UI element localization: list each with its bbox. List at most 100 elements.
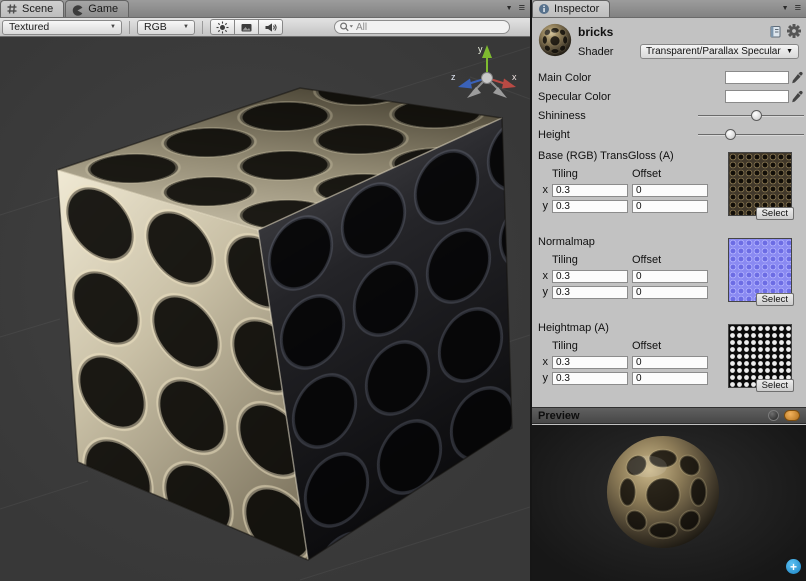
specular-color-row: Specular Color <box>532 87 806 106</box>
normalmap-select-button[interactable]: Select <box>756 293 794 306</box>
orientation-gizmo[interactable]: y x z <box>451 44 517 98</box>
search-input[interactable] <box>356 22 503 33</box>
base-map-section: Base (RGB) TransGloss (A) Tiling Offset … <box>532 150 806 222</box>
preview-header[interactable]: Preview <box>532 407 806 424</box>
material-preview-icon <box>538 23 572 57</box>
height-slider[interactable] <box>698 128 804 142</box>
main-color-row: Main Color <box>532 68 806 87</box>
tiling-header: Tiling <box>552 340 628 352</box>
shininess-row: Shininess <box>532 106 806 125</box>
heightmap-select-button[interactable]: Select <box>756 379 794 392</box>
tiling-y-field[interactable] <box>552 200 628 213</box>
preview-sphere-toggle-icon[interactable] <box>768 410 779 421</box>
base-select-button[interactable]: Select <box>756 207 794 220</box>
gear-icon[interactable] <box>787 24 801 38</box>
gizmo-y-axis[interactable] <box>482 45 492 58</box>
slider-track <box>698 134 804 136</box>
eyedropper-icon[interactable] <box>791 90 804 104</box>
draw-mode-dropdown[interactable]: Textured ▼ <box>2 20 122 35</box>
heightmap-section: Heightmap (A) Tiling Offset x y <box>532 322 806 394</box>
shader-label: Shader <box>578 46 640 58</box>
base-texture-thumbnail[interactable]: Select <box>728 152 792 216</box>
main-color-label: Main Color <box>538 72 725 84</box>
gizmo-y-label: y <box>478 44 483 54</box>
inspector-pane-dropdown-icon[interactable]: ▼ <box>782 5 789 12</box>
chevron-down-icon: ▼ <box>786 48 793 55</box>
tab-game[interactable]: Game <box>65 0 129 17</box>
tiling-x-field[interactable] <box>552 270 628 283</box>
gizmo-axis-gray-cone[interactable] <box>493 87 507 98</box>
scene-tabstrip: Scene Game ▼ ≡ <box>0 0 530 18</box>
tab-scene[interactable]: Scene <box>0 0 64 17</box>
shader-value: Transparent/Parallax Specular <box>646 46 781 57</box>
tiling-y-field[interactable] <box>552 372 628 385</box>
gizmo-x-label: x <box>512 72 517 82</box>
gizmo-center[interactable] <box>482 73 493 84</box>
offset-y-field[interactable] <box>632 200 708 213</box>
unity-editor-window: Scene Game ▼ ≡ Textured ▼ RGB ▼ <box>0 0 806 581</box>
image-icon <box>240 21 253 34</box>
tiling-x-field[interactable] <box>552 184 628 197</box>
scene-pane-dropdown-icon[interactable]: ▼ <box>506 5 513 12</box>
preview-title: Preview <box>538 410 580 422</box>
skybox-toggle[interactable] <box>234 19 259 35</box>
x-label: x <box>538 270 548 282</box>
main-color-swatch[interactable] <box>725 71 789 84</box>
preview-area[interactable]: + <box>532 425 806 581</box>
color-mode-dropdown[interactable]: RGB ▼ <box>137 20 195 35</box>
offset-x-field[interactable] <box>632 356 708 369</box>
normalmap-thumbnail[interactable]: Select <box>728 238 792 302</box>
scene-search[interactable] <box>334 20 510 34</box>
game-icon <box>71 3 84 16</box>
specular-color-label: Specular Color <box>538 91 725 103</box>
tiling-y-field[interactable] <box>552 286 628 299</box>
slider-knob[interactable] <box>751 110 762 121</box>
cube-object[interactable] <box>57 88 512 560</box>
x-label: x <box>538 184 548 196</box>
heightmap-thumbnail[interactable]: Select <box>728 324 792 388</box>
audio-toggle[interactable] <box>258 19 283 35</box>
offset-header: Offset <box>632 340 708 352</box>
lighting-toggle[interactable] <box>210 19 235 35</box>
scene-toolbar: Textured ▼ RGB ▼ <box>0 18 530 37</box>
eyedropper-icon[interactable] <box>791 71 804 85</box>
offset-y-field[interactable] <box>632 286 708 299</box>
toolbar-divider <box>202 21 203 34</box>
chevron-down-icon: ▼ <box>183 24 189 30</box>
scene-pane-menu-icon[interactable]: ≡ <box>519 3 525 14</box>
inspector-pane-menu-icon[interactable]: ≡ <box>795 3 801 14</box>
material-header: bricks Shader Transparent/Parallax Specu… <box>532 18 806 68</box>
tiling-x-field[interactable] <box>552 356 628 369</box>
toolbar-divider <box>129 21 130 34</box>
offset-header: Offset <box>632 168 708 180</box>
tiling-header: Tiling <box>552 168 628 180</box>
offset-x-field[interactable] <box>632 270 708 283</box>
shininess-slider[interactable] <box>698 109 804 123</box>
gizmo-z-axis[interactable] <box>458 79 472 89</box>
shader-dropdown[interactable]: Transparent/Parallax Specular ▼ <box>640 44 799 59</box>
speaker-icon <box>264 21 277 34</box>
height-label: Height <box>538 129 698 141</box>
draw-mode-value: Textured <box>9 21 49 33</box>
preview-light-toggle-icon[interactable] <box>784 410 800 421</box>
preview-sphere[interactable] <box>604 433 722 551</box>
tab-inspector-label: Inspector <box>554 3 599 15</box>
slider-knob[interactable] <box>725 129 736 140</box>
add-icon[interactable]: + <box>786 559 801 574</box>
y-label: y <box>538 286 548 298</box>
x-label: x <box>538 356 548 368</box>
tab-inspector[interactable]: Inspector <box>532 0 610 17</box>
gizmo-z-label: z <box>451 72 456 82</box>
inspector-pane: Inspector ▼ ≡ bricks Shader Transparent/… <box>532 0 806 581</box>
inspector-info-icon <box>538 3 550 15</box>
offset-x-field[interactable] <box>632 184 708 197</box>
specular-color-swatch[interactable] <box>725 90 789 103</box>
y-label: y <box>538 200 548 212</box>
search-icon <box>339 21 354 33</box>
help-icon[interactable] <box>769 25 782 38</box>
chevron-down-icon: ▼ <box>110 24 116 30</box>
gizmo-axis-gray-cone[interactable] <box>467 87 481 98</box>
offset-y-field[interactable] <box>632 372 708 385</box>
scene-grid-icon <box>6 3 18 15</box>
scene-viewport[interactable]: y x z <box>0 37 530 581</box>
